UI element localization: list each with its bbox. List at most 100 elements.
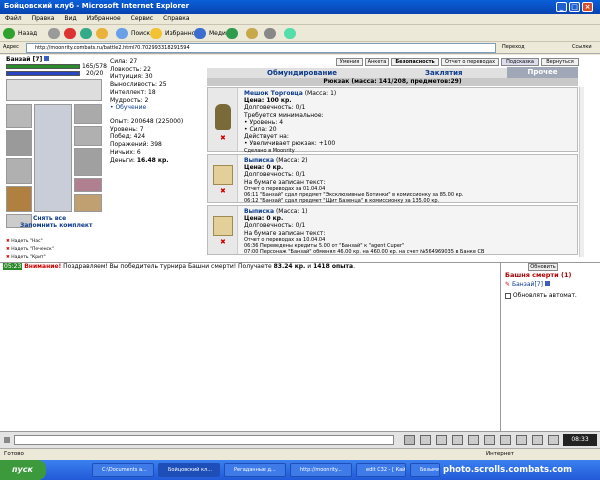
experience: Опыт: 200648 (225000) <box>110 118 184 125</box>
send-button[interactable] <box>404 435 415 445</box>
forum-button[interactable] <box>516 435 527 445</box>
media-button[interactable]: Медиа <box>194 27 230 40</box>
start-button[interactable]: пуск <box>0 460 46 480</box>
favorites-button[interactable]: Избранное <box>150 27 199 40</box>
menu-tools[interactable]: Сервис <box>126 14 158 23</box>
remember-kit-link[interactable]: Запомнить комплект <box>20 222 92 229</box>
extra-slot[interactable] <box>74 194 102 212</box>
item-image-cell: ✖ <box>208 155 238 202</box>
info-icon[interactable] <box>44 56 50 61</box>
return-button[interactable]: Вернуться <box>541 58 579 66</box>
chat-input[interactable] <box>14 435 394 445</box>
kit-item[interactable]: ✖ Надеть "Нас" <box>6 238 54 246</box>
close-button[interactable]: × <box>582 2 593 12</box>
hint-button[interactable]: Подсказка <box>501 58 539 66</box>
item-details: Выписка (Масса: 1) Цена: 0 кр. Долговечн… <box>244 208 485 255</box>
shield-slot[interactable] <box>74 148 102 176</box>
task-regdata[interactable]: Регаданные д... <box>224 463 286 477</box>
scroll-left-icon[interactable] <box>4 437 10 443</box>
boots-slot[interactable] <box>74 178 102 192</box>
skills-button[interactable]: Умения <box>336 58 363 66</box>
menu-favorites[interactable]: Избранное <box>82 14 126 23</box>
chat-message: 05:23 Внимание! Поздравляем! Вы победите… <box>3 263 355 270</box>
kit-item[interactable]: ✖ Надеть "Крит" <box>6 254 54 262</box>
gloves-slot[interactable] <box>74 104 102 124</box>
delete-icon[interactable]: ✖ <box>220 238 226 246</box>
task-moonrity[interactable]: http://moonrity... <box>290 463 352 477</box>
training-link[interactable]: • Обучение <box>110 104 167 112</box>
forward-button[interactable] <box>48 27 60 40</box>
stat-agility: Ловкость: 22 <box>110 65 151 73</box>
transfer-report-button[interactable]: Отчет о переводах <box>441 58 499 66</box>
tab-equipment[interactable]: Обмундирование <box>267 69 337 77</box>
unequip-all-link[interactable]: Снять все <box>33 215 66 222</box>
fight-button[interactable] <box>468 435 479 445</box>
mail-button[interactable] <box>246 27 258 40</box>
task-untitled[interactable]: Безымянный - ... <box>410 463 440 477</box>
home-icon <box>96 28 108 39</box>
back-arrow-icon <box>3 28 15 39</box>
delete-icon[interactable]: ✖ <box>6 239 10 244</box>
record-panel: Опыт: 200648 (225000) Уровень: 7 Побед: … <box>110 118 183 164</box>
menu-help[interactable]: Справка <box>158 14 194 23</box>
task-edit[interactable]: edit C32 - [ Кай... <box>356 463 406 477</box>
inventory-button[interactable] <box>500 435 511 445</box>
tower-title: Башня смерти (1) <box>505 271 572 279</box>
player-entry[interactable]: ✎ Банзай[7] <box>505 281 550 288</box>
armor-slot[interactable] <box>6 158 32 184</box>
item-name[interactable]: Выписка <box>244 157 274 164</box>
go-button[interactable]: Переход <box>502 44 525 50</box>
item-name[interactable]: Мешок Торговца <box>244 90 303 97</box>
refresh-list-button[interactable]: Обновить <box>528 263 558 271</box>
weapon-slot[interactable] <box>6 130 32 156</box>
maximize-button[interactable]: □ <box>569 2 580 12</box>
delete-icon[interactable]: ✖ <box>6 255 10 260</box>
belt-slot[interactable] <box>6 186 32 212</box>
window-titlebar: Бойцовский клуб - Microsoft Internet Exp… <box>0 0 600 14</box>
menu-edit[interactable]: Правка <box>27 14 60 23</box>
stop-button[interactable] <box>64 27 76 40</box>
refresh-icon <box>80 28 92 39</box>
security-button[interactable]: Безопасность <box>391 58 439 66</box>
tab-spells[interactable]: Заклятия <box>425 69 463 77</box>
smiles-button[interactable] <box>420 435 431 445</box>
menu-view[interactable]: Вид <box>59 14 81 23</box>
filter-button[interactable] <box>452 435 463 445</box>
item-details: Выписка (Масса: 2) Цена: 0 кр. Долговечн… <box>244 157 464 204</box>
info-icon[interactable] <box>544 281 550 286</box>
item-price: Цена: 0 кр. <box>244 164 284 172</box>
clear-button[interactable] <box>436 435 447 445</box>
help-button[interactable] <box>548 435 559 445</box>
history-button[interactable] <box>226 27 238 40</box>
tab-other[interactable]: Прочее <box>507 67 578 78</box>
address-input[interactable]: http://moonrity.combats.ru/battle2.html?… <box>26 43 496 53</box>
kit-item[interactable]: ✖ Надеть "Печенск" <box>6 246 54 254</box>
delete-icon[interactable]: ✖ <box>6 247 10 252</box>
print-button[interactable] <box>264 27 276 40</box>
menu-file[interactable]: Файл <box>0 14 27 23</box>
profile-button[interactable]: Анкета <box>365 58 389 66</box>
inventory-scrollbar[interactable] <box>579 87 584 257</box>
task-combats[interactable]: Бойцовский кл... <box>158 463 220 477</box>
delete-icon[interactable]: ✖ <box>220 134 226 142</box>
back-button[interactable]: Назад <box>3 27 37 40</box>
kit-list: ✖ Надеть "Нас" ✖ Надеть "Печенск" ✖ Наде… <box>6 238 54 262</box>
map-button[interactable] <box>484 435 495 445</box>
task-documents[interactable]: C:\Documents a... <box>92 463 154 477</box>
character-name[interactable]: Банзай [7] <box>6 56 50 63</box>
links-button[interactable]: Ссылки <box>572 44 592 50</box>
print-icon <box>264 28 276 39</box>
edit-button[interactable] <box>284 27 296 40</box>
bracer-slot[interactable] <box>74 126 102 146</box>
search-button[interactable]: Поиск <box>116 27 150 40</box>
refresh-button[interactable] <box>80 27 92 40</box>
auto-refresh-checkbox[interactable] <box>505 292 511 299</box>
stat-intuition: Интуиция: 30 <box>110 73 153 81</box>
pointer-icon: ✎ <box>505 281 511 288</box>
home-button[interactable] <box>96 27 108 40</box>
helmet-slot[interactable] <box>6 104 32 128</box>
delete-icon[interactable]: ✖ <box>220 187 226 195</box>
item-name[interactable]: Выписка <box>244 208 274 215</box>
minimize-button[interactable]: _ <box>556 2 567 12</box>
settings-button[interactable] <box>532 435 543 445</box>
